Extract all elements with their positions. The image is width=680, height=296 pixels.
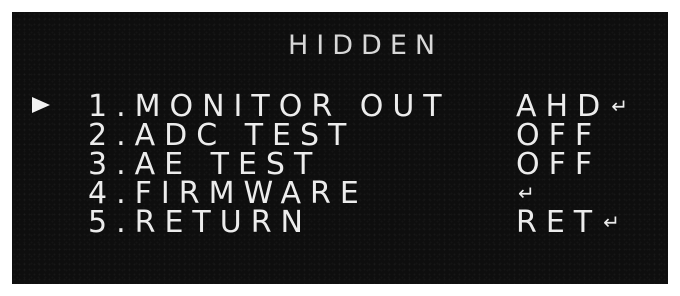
cursor-arrow-icon — [32, 97, 50, 113]
menu-item-return[interactable]: 5.RETURN RET ↵ — [12, 205, 668, 240]
enter-icon: ↵ — [518, 181, 535, 205]
menu-item-label: 5.RETURN — [88, 205, 312, 240]
menu-item-adc-test[interactable]: 2.ADC TEST OFF — [12, 121, 668, 151]
enter-icon: ↵ — [603, 210, 620, 234]
menu-item-monitor-out[interactable]: 1.MONITOR OUT AHD ↵ — [12, 92, 668, 122]
osd-screen: HIDDEN 1.MONITOR OUT AHD ↵ 2.ADC TEST OFF… — [12, 12, 668, 284]
menu-item-value-text: RET — [516, 205, 602, 240]
menu-item-ae-test[interactable]: 3.AE TEST OFF — [12, 150, 668, 180]
menu-item-value-text: OFF — [516, 147, 602, 182]
menu-list: 1.MONITOR OUT AHD ↵ 2.ADC TEST OFF 3.AE T… — [12, 92, 668, 240]
menu-title: HIDDEN — [288, 30, 444, 61]
menu-item-value: OFF — [516, 150, 601, 180]
menu-item-firmware[interactable]: 4.FIRMWARE ↵ — [12, 179, 668, 209]
menu-item-value: RET ↵ — [516, 208, 620, 238]
enter-icon: ↵ — [611, 94, 628, 118]
